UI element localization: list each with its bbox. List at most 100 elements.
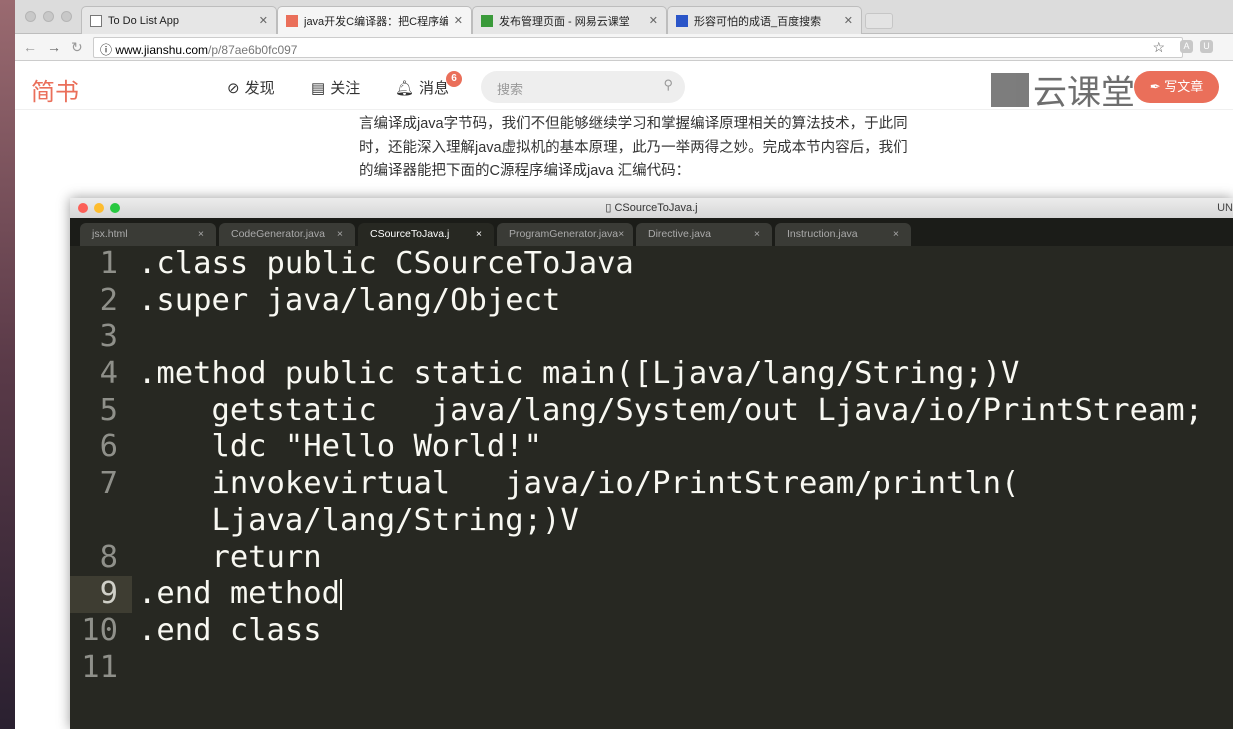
minimize-button[interactable]: [43, 11, 54, 22]
close-tab-icon[interactable]: ×: [893, 228, 899, 241]
pen-icon: ✒: [1149, 79, 1165, 94]
code-text: .end class: [138, 612, 322, 648]
editor-title-bar: ▯ CSourceToJava.j UN: [70, 198, 1233, 218]
line-number: 7: [99, 466, 118, 502]
browser-tab[interactable]: 形容可怕的成语_百度搜索 ✕: [667, 6, 862, 34]
code-text: .method public static main([Ljava/lang/S…: [138, 356, 1020, 392]
browser-tab[interactable]: To Do List App ✕: [81, 6, 277, 34]
site-logo[interactable]: 简书: [31, 72, 79, 107]
code-line: 2 .super java/lang/Object: [70, 283, 1233, 320]
nav-follow[interactable]: ▤ 关注: [311, 77, 360, 98]
window-controls: [25, 11, 72, 22]
message-count-badge: 6: [446, 71, 462, 87]
code-text: invokevirtual java/io/PrintStream/printl…: [138, 466, 1020, 502]
code-line: Ljava/lang/String;)V: [70, 503, 1233, 540]
info-icon: ⓘ: [100, 43, 116, 57]
code-text: Ljava/lang/String;)V: [138, 502, 579, 538]
site-header: 简书 ⊘ 发现 ▤ 关注 🔔︎ 消息 6 搜索 ⚲ 云课堂 ✒ 写文章: [15, 62, 1233, 112]
watermark-logo: 云课堂: [991, 65, 1135, 114]
close-tab-icon[interactable]: ✕: [454, 14, 463, 27]
address-bar-row: ← → ↻ ⓘ www.jianshu.com/p/87ae6b0fc097 ☆…: [15, 34, 1233, 61]
editor-tab[interactable]: jsx.html ×: [80, 223, 216, 246]
code-line: 7 invokevirtual java/io/PrintStream/prin…: [70, 466, 1233, 503]
browser-tab-bar: To Do List App ✕ java开发C编译器：把C程序编译 ✕ 发布管理页…: [15, 0, 1233, 34]
close-tab-icon[interactable]: ✕: [259, 14, 268, 27]
jianshu-icon: [286, 14, 298, 27]
line-number: 2: [99, 282, 118, 318]
search-icon[interactable]: ⚲: [663, 77, 673, 93]
code-line: 6 ldc "Hello World!": [70, 429, 1233, 466]
line-number: 6: [99, 429, 118, 465]
close-tab-icon[interactable]: ×: [476, 228, 482, 241]
line-number: 11: [81, 649, 118, 685]
line-number: 10: [81, 612, 118, 648]
extension-icon[interactable]: A: [1180, 40, 1193, 53]
editor-tab[interactable]: ProgramGenerator.java ×: [497, 223, 633, 246]
code-line: 9 .end method: [70, 576, 1233, 613]
bookmark-star-icon[interactable]: ☆: [1152, 39, 1165, 56]
compass-icon: ⊘: [227, 79, 240, 97]
close-tab-icon[interactable]: ×: [337, 228, 343, 241]
code-text: ldc "Hello World!": [138, 429, 542, 465]
article-line: 时，还能深入理解java虚拟机的基本原理，此乃一举两得之妙。完成本节内容后，我们: [359, 139, 908, 156]
back-icon[interactable]: ←: [23, 39, 37, 55]
url-input[interactable]: ⓘ www.jianshu.com/p/87ae6b0fc097: [93, 37, 1183, 58]
minimize-button[interactable]: [94, 203, 104, 213]
line-number: 5: [99, 392, 118, 428]
code-text: getstatic java/lang/System/out Ljava/io/…: [138, 392, 1204, 428]
editor-tab[interactable]: Instruction.java ×: [775, 223, 911, 246]
zoom-button[interactable]: [61, 11, 72, 22]
line-number: 8: [99, 539, 118, 575]
code-text: return: [138, 539, 322, 575]
code-area[interactable]: 1 .class public CSourceToJava 2 .super java…: [70, 246, 1233, 729]
close-tab-icon[interactable]: ✕: [649, 14, 658, 27]
search-input[interactable]: 搜索 ⚲: [481, 71, 685, 103]
editor-tab-bar: jsx.html × CodeGenerator.java × CSourceToJav…: [70, 218, 1233, 246]
code-line: 10 .end class: [70, 613, 1233, 650]
nav-discover[interactable]: ⊘ 发现: [227, 77, 275, 98]
desktop-background: [0, 0, 15, 729]
extension-icon[interactable]: U: [1200, 40, 1213, 53]
book-icon: ▤: [311, 79, 326, 97]
baidu-icon: [676, 14, 688, 27]
reload-icon[interactable]: ↻: [71, 39, 83, 56]
line-number: 1: [99, 246, 118, 281]
bell-icon: 🔔︎: [395, 79, 415, 97]
code-editor-window: ▯ CSourceToJava.j UN jsx.html × CodeGenera…: [70, 198, 1233, 729]
new-tab-button[interactable]: [865, 13, 893, 29]
browser-tab[interactable]: 发布管理页面 - 网易云课堂 ✕: [472, 6, 667, 34]
close-tab-icon[interactable]: ✕: [844, 14, 853, 27]
write-article-button[interactable]: ✒ 写文章: [1134, 71, 1219, 103]
article-line: 的编译器能把下面的C源程序编译成java 汇编代码：: [359, 163, 691, 179]
code-line: 3: [70, 319, 1233, 356]
article-line: 言编译成java字节码，我们不但能够继续学习和掌握编译原理相关的算法技术，于此同: [359, 116, 908, 132]
code-line: 11: [70, 650, 1233, 687]
editor-tab[interactable]: Directive.java ×: [636, 223, 772, 246]
close-tab-icon[interactable]: ×: [754, 228, 760, 241]
forward-icon[interactable]: →: [47, 39, 61, 55]
netease-icon: [481, 14, 493, 27]
code-text: .super java/lang/Object: [138, 282, 561, 318]
close-button[interactable]: [78, 203, 88, 213]
editor-tab[interactable]: CodeGenerator.java ×: [219, 223, 355, 246]
line-number: 4: [99, 356, 118, 392]
close-tab-icon[interactable]: ×: [198, 228, 204, 241]
code-line: 5 getstatic java/lang/System/out Ljava/i…: [70, 393, 1233, 430]
nav-messages[interactable]: 🔔︎ 消息: [395, 77, 449, 98]
editor-tab[interactable]: CSourceToJava.j ×: [358, 223, 494, 246]
line-number: 9: [70, 576, 132, 613]
code-line: 8 return: [70, 540, 1233, 577]
editor-title: CSourceToJava.j: [614, 202, 698, 214]
code-text: .class public CSourceToJava: [138, 246, 634, 281]
close-tab-icon[interactable]: ×: [618, 228, 624, 241]
page-icon: [90, 14, 102, 27]
text-cursor: [340, 579, 342, 611]
article-body: 我们把C代码编译成java字节码，这样我们的C语言便具备了可跨品台属性。通过把C…: [359, 101, 919, 184]
code-line: 4 .method public static main([Ljava/lang/…: [70, 356, 1233, 393]
close-button[interactable]: [25, 11, 36, 22]
code-text: .end method: [138, 576, 340, 612]
browser-tab[interactable]: java开发C编译器：把C程序编译 ✕: [277, 6, 472, 34]
zoom-button[interactable]: [110, 203, 120, 213]
line-number: 3: [99, 319, 118, 355]
code-line: 1 .class public CSourceToJava: [70, 246, 1233, 283]
